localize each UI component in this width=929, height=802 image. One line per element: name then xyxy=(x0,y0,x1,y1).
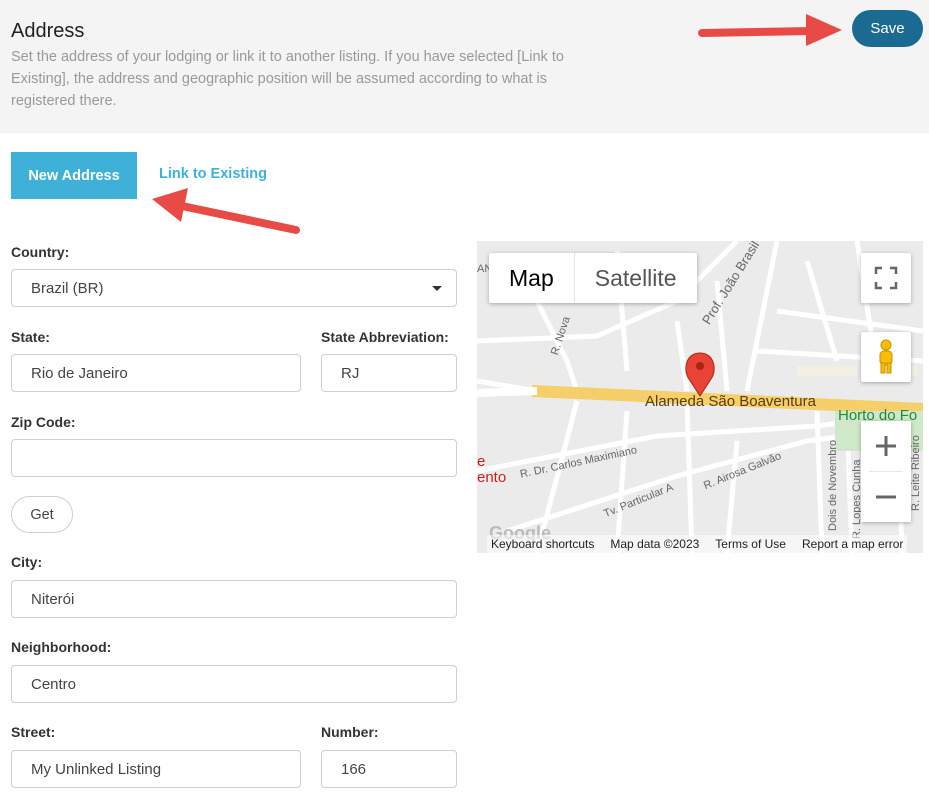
state-label: State: xyxy=(11,329,50,345)
state-abbr-input[interactable]: RJ xyxy=(321,354,457,392)
fullscreen-button[interactable] xyxy=(861,253,911,303)
country-select[interactable]: Brazil (BR) xyxy=(11,269,457,307)
fullscreen-icon xyxy=(874,266,898,290)
state-value: Rio de Janeiro xyxy=(31,364,128,382)
number-value: 166 xyxy=(341,760,367,778)
zip-label: Zip Code: xyxy=(11,414,76,430)
city-value: Niterói xyxy=(31,590,75,608)
poi-label-ento: ento xyxy=(477,469,507,486)
page-description: Set the address of your lodging or link … xyxy=(11,49,564,109)
street-label-dois-novembro: Dois de Novembro xyxy=(827,439,839,531)
zoom-in-icon[interactable] xyxy=(861,421,911,471)
map-data-text: Map data ©2023 xyxy=(610,537,700,551)
report-error-link[interactable]: Report a map error xyxy=(802,537,903,551)
tab-link-existing[interactable]: Link to Existing xyxy=(159,166,267,182)
map-footer: Keyboard shortcuts Map data ©2023 Terms … xyxy=(487,535,908,553)
get-button[interactable]: Get xyxy=(11,496,73,533)
map-type-map-button[interactable]: Map xyxy=(489,253,574,303)
city-input[interactable]: Niterói xyxy=(11,580,457,618)
map-widget[interactable]: AN Prof. João Brasil R. Nova Alameda São… xyxy=(477,241,923,553)
street-input[interactable]: My Unlinked Listing xyxy=(11,750,301,788)
street-label-leite-ribeiro: R. Leite Ribeiro xyxy=(910,435,922,511)
chevron-down-icon xyxy=(432,286,442,291)
country-label: Country: xyxy=(11,244,70,260)
tab-new-address[interactable]: New Address xyxy=(11,152,137,199)
pegman-button[interactable] xyxy=(861,332,911,382)
street-value: My Unlinked Listing xyxy=(31,760,162,778)
pegman-icon xyxy=(879,339,893,374)
terms-link[interactable]: Terms of Use xyxy=(715,537,786,551)
page-header: Address Set the address of your lodging … xyxy=(0,0,929,133)
neighborhood-label: Neighborhood: xyxy=(11,639,112,655)
street-label-main: Alameda São Boaventura xyxy=(645,393,816,410)
number-input[interactable]: 166 xyxy=(321,750,457,788)
state-abbr-label: State Abbreviation: xyxy=(321,329,449,345)
keyboard-shortcuts-link[interactable]: Keyboard shortcuts xyxy=(491,537,594,551)
country-value: Brazil (BR) xyxy=(31,279,104,297)
save-button[interactable]: Save xyxy=(852,10,923,47)
state-abbr-value: RJ xyxy=(341,364,360,382)
zip-input[interactable] xyxy=(11,439,457,477)
zoom-out-icon[interactable] xyxy=(861,472,911,522)
poi-label-e: e xyxy=(477,453,486,470)
street-label: Street: xyxy=(11,724,56,740)
map-type-satellite-button[interactable]: Satellite xyxy=(573,253,697,303)
zoom-control-icons xyxy=(861,421,911,522)
arrow-to-new-address-icon xyxy=(152,188,300,234)
number-label: Number: xyxy=(321,724,379,740)
page-title: Address xyxy=(11,20,85,42)
map-type-control: Map Satellite xyxy=(489,253,697,303)
city-label: City: xyxy=(11,554,43,570)
zoom-control xyxy=(861,421,911,522)
neighborhood-value: Centro xyxy=(31,675,77,693)
state-input[interactable]: Rio de Janeiro xyxy=(11,354,301,392)
neighborhood-input[interactable]: Centro xyxy=(11,665,457,703)
